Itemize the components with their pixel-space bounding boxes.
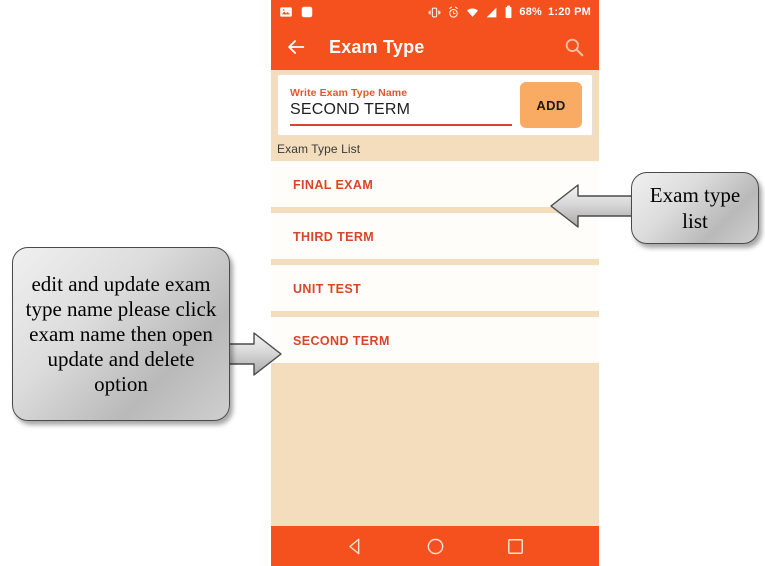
- right-callout-text: Exam type list: [649, 183, 741, 233]
- battery-percent-label: 68%: [519, 6, 543, 18]
- nav-recents-square-icon[interactable]: [506, 537, 525, 556]
- page-title: Exam Type: [329, 36, 425, 57]
- exam-type-list-header: Exam Type List: [277, 142, 361, 156]
- list-item-label: SECOND TERM: [293, 333, 390, 348]
- add-button[interactable]: ADD: [520, 82, 582, 128]
- phone-screen: 68% 1:20 PM Exam Type Write Exam Type Na…: [271, 0, 599, 566]
- battery-icon: [505, 5, 512, 19]
- rounded-square-icon: [301, 6, 313, 18]
- right-callout-arrow-icon: [550, 184, 636, 228]
- exam-type-input[interactable]: SECOND TERM: [290, 101, 512, 124]
- list-item-label: THIRD TERM: [293, 229, 375, 244]
- status-bar: 68% 1:20 PM: [271, 0, 599, 24]
- nav-back-triangle-icon[interactable]: [346, 537, 365, 556]
- back-arrow-icon[interactable]: [285, 36, 307, 58]
- exam-type-input-card: Write Exam Type Name SECOND TERM ADD: [277, 74, 593, 136]
- alarm-icon: [449, 6, 459, 18]
- app-bar: Exam Type: [271, 24, 599, 70]
- list-item-label: FINAL EXAM: [293, 177, 374, 192]
- list-divider: [275, 363, 595, 369]
- exam-type-field-label: Write Exam Type Name: [290, 86, 408, 99]
- status-bar-right-icons: 68% 1:20 PM: [428, 5, 591, 19]
- list-item[interactable]: SECOND TERM: [271, 317, 599, 363]
- search-icon[interactable]: [563, 36, 585, 58]
- exam-type-field-wrap[interactable]: Write Exam Type Name SECOND TERM: [290, 85, 512, 126]
- wifi-icon: [467, 8, 479, 17]
- left-callout-text: edit and update exam type name please cl…: [25, 271, 217, 396]
- left-callout-box: edit and update exam type name please cl…: [12, 247, 230, 421]
- clock-label: 1:20 PM: [548, 6, 591, 18]
- exam-type-input-underline: [290, 123, 512, 126]
- image-icon: [280, 7, 292, 17]
- nav-home-circle-icon[interactable]: [426, 537, 445, 556]
- vibrate-icon: [428, 7, 441, 17]
- list-item-label: UNIT TEST: [293, 281, 362, 296]
- list-item[interactable]: UNIT TEST: [271, 265, 599, 311]
- signal-icon: [487, 7, 497, 17]
- right-callout-box: Exam type list: [631, 172, 759, 244]
- status-bar-left-icons: [279, 5, 314, 19]
- navigation-bar: [271, 526, 599, 566]
- left-callout-arrow-icon: [224, 332, 282, 376]
